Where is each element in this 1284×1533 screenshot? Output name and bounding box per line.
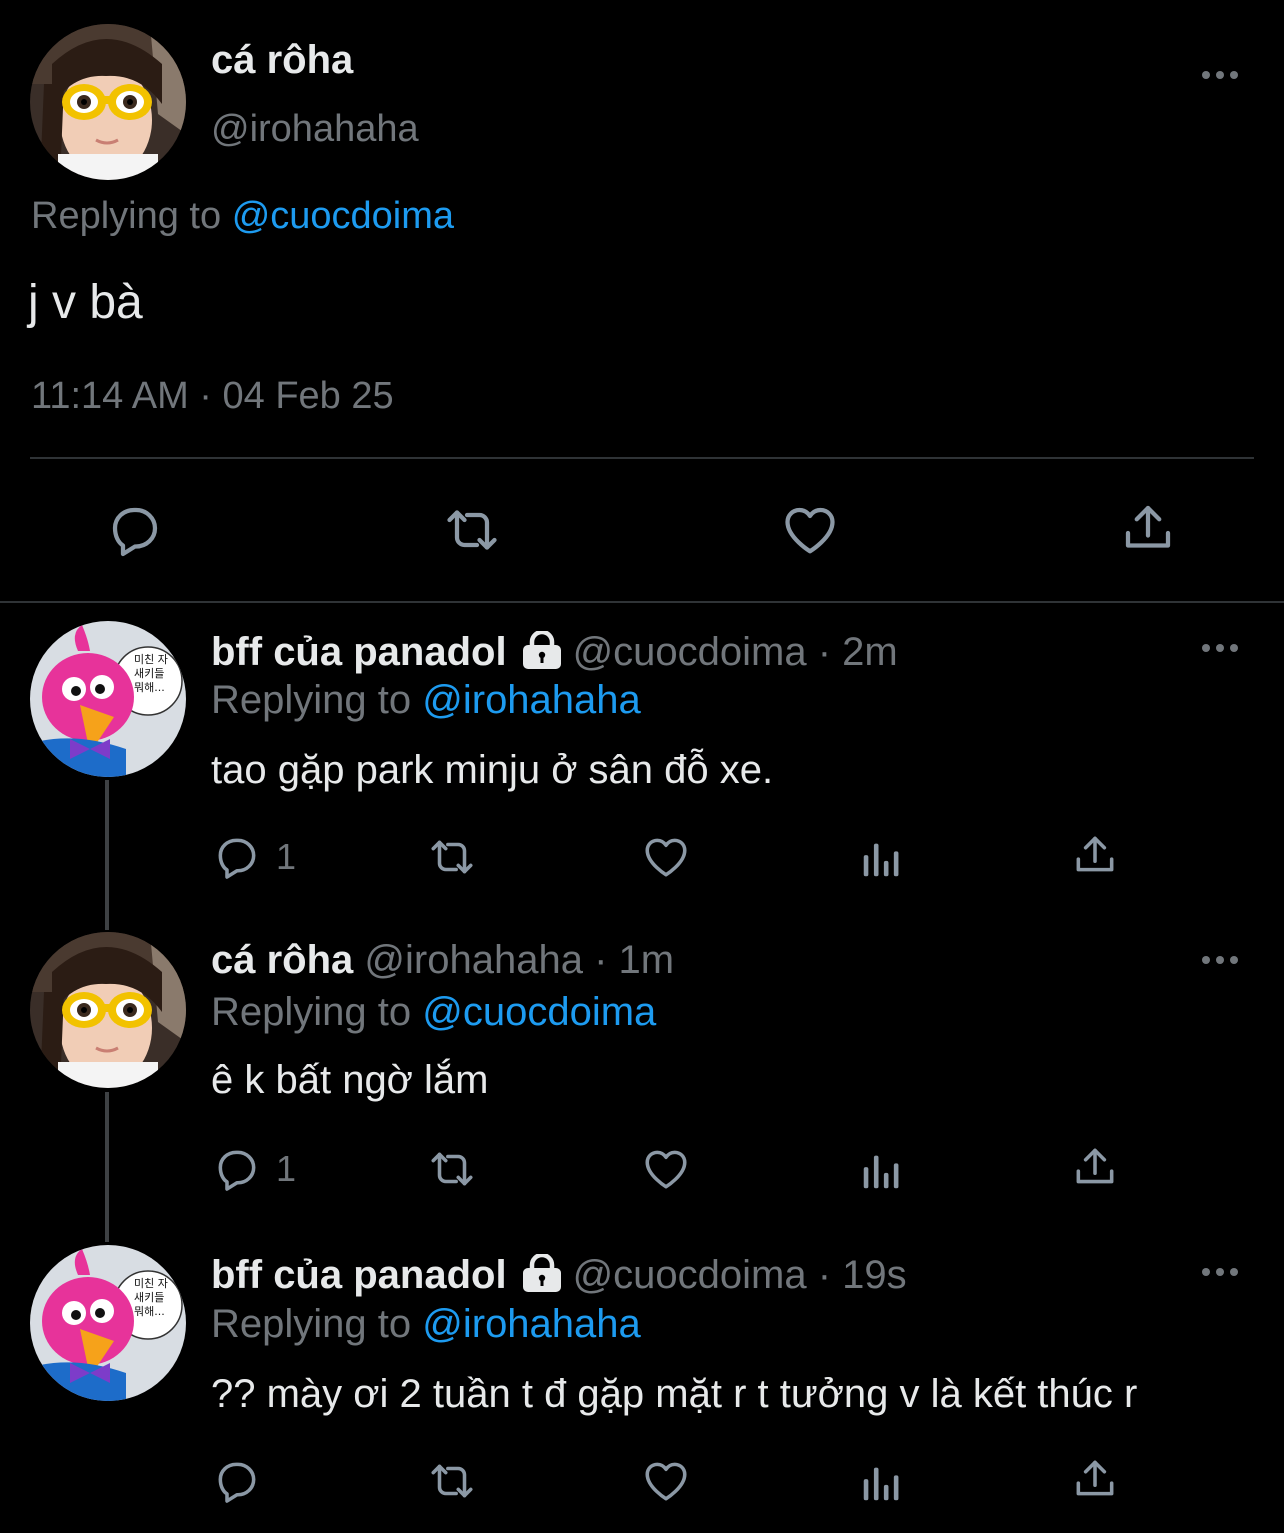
reply-header: bff của panadol @cuocdoima · 19s	[211, 1252, 907, 1302]
reply-avatar[interactable]	[30, 621, 186, 777]
main-like-icon[interactable]	[780, 500, 840, 560]
main-tweet-text: j v bà	[28, 276, 143, 329]
main-retweet-icon[interactable]	[442, 500, 502, 560]
like-icon	[645, 1150, 687, 1189]
share-action[interactable]	[1070, 1142, 1120, 1192]
reply-text: tao gặp park minju ở sân đỗ xe.	[211, 748, 774, 792]
share-icon	[1076, 1148, 1114, 1184]
thread-connector	[105, 780, 109, 930]
reply-time[interactable]: · 1m	[594, 938, 674, 982]
reply-icon	[218, 838, 256, 879]
main-author-handle[interactable]: @irohahaha	[211, 108, 419, 151]
lock-icon	[521, 629, 563, 679]
reply-author-handle[interactable]: @cuocdoima	[573, 630, 807, 674]
reply-replying-to: Replying to @cuocdoima	[211, 990, 656, 1035]
main-tweet-timestamp[interactable]: 11:14 AM · 04 Feb 25	[31, 375, 394, 418]
analytics-action[interactable]	[858, 834, 904, 884]
share-action[interactable]	[1070, 830, 1120, 880]
reply-avatar[interactable]	[30, 1245, 186, 1401]
analytics-icon	[863, 1155, 899, 1189]
analytics-action[interactable]	[858, 1146, 904, 1196]
replying-prefix: Replying to	[211, 678, 412, 722]
retweet-action[interactable]	[425, 1144, 479, 1194]
replying-prefix: Replying to	[211, 990, 412, 1034]
reply-time[interactable]: · 19s	[818, 1253, 907, 1297]
reply-author-name[interactable]: bff của panadol	[211, 1253, 507, 1297]
replying-prefix: Replying to	[211, 1302, 412, 1346]
analytics-action[interactable]	[858, 1458, 904, 1508]
reply-header: cá rôha @irohahaha · 1m	[211, 938, 674, 983]
share-action[interactable]	[1070, 1454, 1120, 1504]
lock-icon	[521, 1252, 563, 1302]
thread-connector	[105, 1092, 109, 1242]
main-avatar[interactable]	[30, 24, 186, 180]
divider	[30, 457, 1254, 459]
share-icon	[1076, 1460, 1114, 1496]
retweet-action[interactable]	[425, 832, 479, 882]
reply-count: 1	[276, 1148, 297, 1189]
reply-text: ?? mày ơi 2 tuần t đ gặp mặt r t tưởng v…	[211, 1372, 1138, 1416]
reply-action[interactable]	[212, 1456, 276, 1506]
reply-count: 1	[276, 836, 297, 877]
reply-header: bff của panadol @cuocdoima · 2m	[211, 629, 898, 679]
reply-replying-to: Replying to @irohahaha	[211, 678, 641, 723]
like-action[interactable]	[640, 1456, 692, 1506]
divider	[0, 601, 1284, 603]
reply-author-handle[interactable]: @cuocdoima	[573, 1253, 807, 1297]
main-reply-icon[interactable]	[105, 500, 165, 560]
reply-author-handle[interactable]: @irohahaha	[364, 938, 583, 982]
reply-icon	[218, 1150, 256, 1191]
like-action[interactable]	[640, 1144, 692, 1194]
more-options-icon[interactable]	[1200, 953, 1240, 967]
reply-text: ê k bất ngờ lắm	[211, 1058, 489, 1102]
reply-author-name[interactable]: cá rôha	[211, 938, 353, 982]
like-action[interactable]	[640, 832, 692, 882]
reply-time[interactable]: · 2m	[818, 630, 898, 674]
replying-to-link[interactable]: @irohahaha	[422, 1302, 641, 1346]
main-author-name[interactable]: cá rôha	[211, 38, 353, 83]
replying-to-link[interactable]: @irohahaha	[422, 678, 641, 722]
main-replying-to: Replying to @cuocdoima	[31, 195, 454, 238]
reply-action[interactable]: 1	[212, 1144, 296, 1194]
main-share-icon[interactable]	[1118, 498, 1178, 558]
like-icon	[645, 838, 687, 877]
more-options-icon[interactable]	[1200, 641, 1240, 655]
like-icon	[645, 1462, 687, 1501]
retweet-icon	[431, 840, 473, 874]
analytics-icon	[863, 1467, 899, 1501]
retweet-action[interactable]	[425, 1456, 479, 1506]
analytics-icon	[863, 843, 899, 877]
more-options-icon[interactable]	[1200, 68, 1240, 82]
replying-to-link[interactable]: @cuocdoima	[422, 990, 656, 1034]
reply-replying-to: Replying to @irohahaha	[211, 1302, 641, 1347]
retweet-icon	[431, 1152, 473, 1186]
reply-icon	[218, 1462, 256, 1503]
share-icon	[1076, 836, 1114, 872]
reply-avatar[interactable]	[30, 932, 186, 1088]
retweet-icon	[431, 1464, 473, 1498]
reply-action[interactable]: 1	[212, 832, 296, 882]
replying-prefix: Replying to	[31, 195, 222, 237]
replying-to-link[interactable]: @cuocdoima	[232, 195, 454, 237]
more-options-icon[interactable]	[1200, 1265, 1240, 1279]
reply-author-name[interactable]: bff của panadol	[211, 630, 507, 674]
